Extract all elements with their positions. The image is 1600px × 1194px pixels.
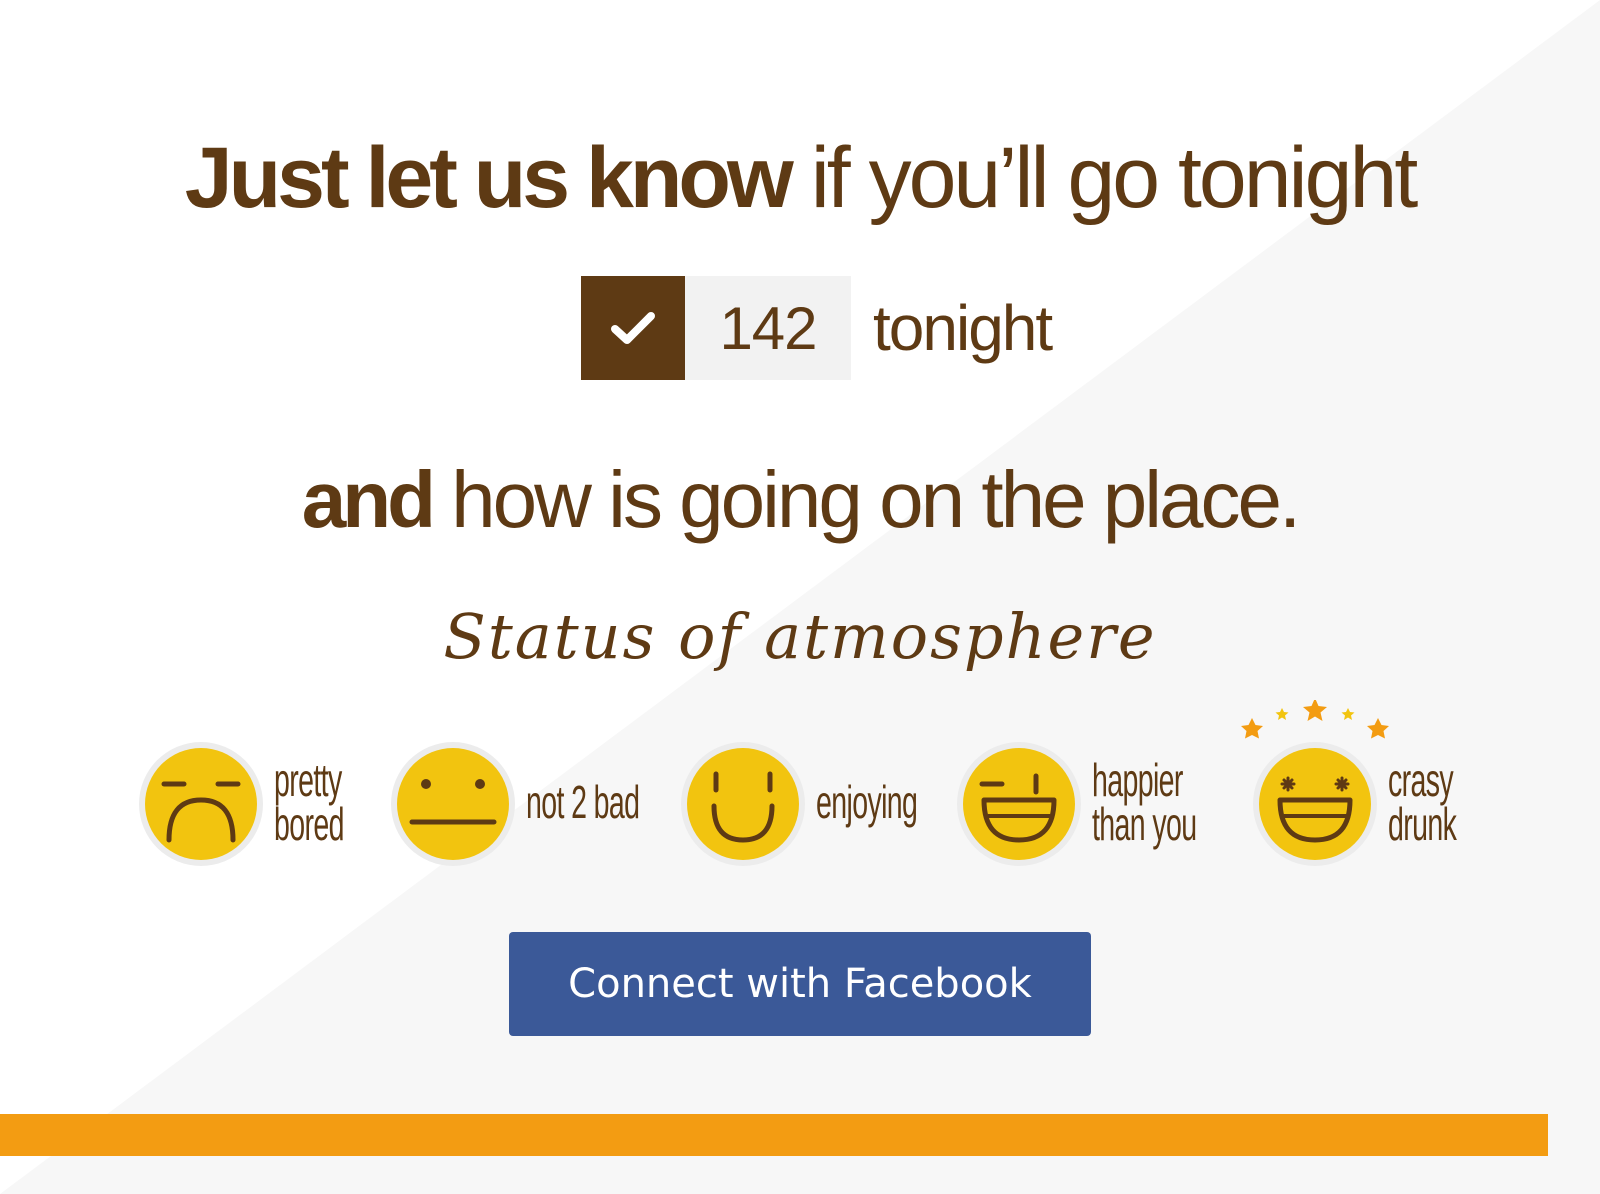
- smile-face-icon: [681, 742, 805, 866]
- star-icon: [1303, 700, 1327, 721]
- mood-label: pretty bored: [274, 754, 344, 850]
- laughing-face-icon: [957, 742, 1081, 866]
- check-icon: [611, 312, 655, 344]
- mood-label: crasy drunk: [1388, 754, 1457, 850]
- subheadline-bold: and: [301, 455, 436, 544]
- attendance-count: 142: [685, 276, 851, 380]
- sad-face-icon: [139, 742, 263, 866]
- status-title: Status of atmosphere: [443, 600, 1157, 673]
- drunk-face-icon: [1241, 700, 1389, 866]
- mood-label: enjoying: [816, 776, 918, 828]
- attendance-counter: 142 tonight: [581, 276, 1053, 380]
- star-icon: [1241, 718, 1263, 739]
- footer-accent-bar: [0, 1114, 1548, 1156]
- star-icon: [1367, 718, 1389, 739]
- connect-facebook-button[interactable]: Connect with Facebook: [509, 932, 1091, 1036]
- star-icon: [1341, 708, 1355, 720]
- going-tonight-button[interactable]: [581, 276, 685, 380]
- star-icon: [1275, 708, 1289, 720]
- mood-label: not 2 bad: [526, 776, 640, 828]
- page-subheadline: and how is going on the place.: [0, 442, 1600, 558]
- neutral-face-icon: [391, 742, 515, 866]
- headline-light: if you’ll go tonight: [789, 130, 1419, 226]
- attendance-label: tonight: [873, 292, 1053, 364]
- page-headline: Just let us know if you’ll go tonight: [0, 118, 1600, 238]
- mood-label: happier than you: [1092, 754, 1197, 850]
- mood-selector: pretty bored not 2 bad enjoying happier …: [0, 700, 1600, 880]
- subheadline-light: how is going on the place.: [431, 455, 1301, 544]
- headline-bold: Just let us know: [184, 130, 794, 226]
